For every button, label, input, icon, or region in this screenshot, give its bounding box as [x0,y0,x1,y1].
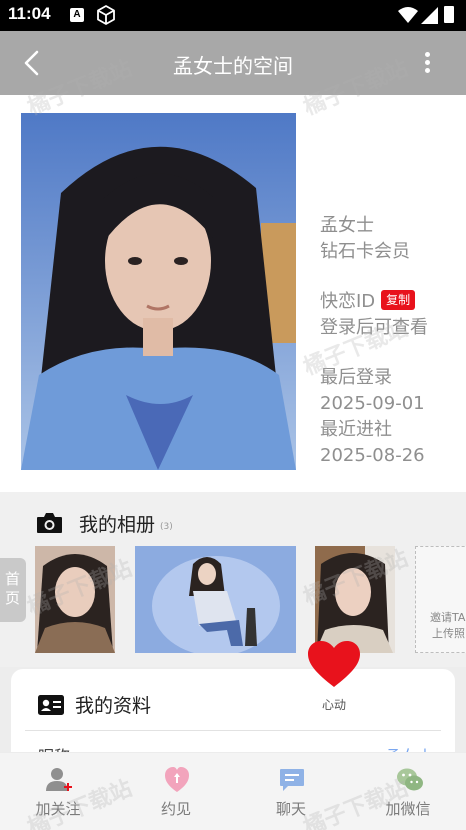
profile-info: 孟女士 钻石卡会员 快恋ID 复制 登录后可查看 最后登录 2025-09-01 … [320,213,428,469]
status-time: 11:04 [8,4,51,23]
nav-meet-label: 约见 [160,800,191,818]
divider [25,730,441,731]
info-title: 我的资料 [75,695,152,717]
last-login-date: 2025-09-01 [320,393,425,414]
profile-card-icon [38,694,64,715]
album-photo[interactable] [135,546,296,653]
invite-line-1: 邀请TA [430,611,466,624]
album-photo[interactable] [35,546,115,653]
invite-line-2: 上传照 [432,627,465,640]
cube-icon [97,5,115,25]
camera-icon [37,513,62,533]
nav-chat-label: 聊天 [275,800,306,818]
nav-wechat[interactable]: 加微信 [350,753,466,830]
battery-icon [444,6,454,23]
heart-label: 心动 [321,698,346,712]
nav-follow-label: 加关注 [35,800,81,818]
status-bar: 11:04 A [0,0,466,31]
nav-chat[interactable]: 聊天 [233,753,349,830]
nav-meet[interactable]: 约见 [118,753,234,830]
profile-card: 孟女士 钻石卡会员 快恋ID 复制 登录后可查看 最后登录 2025-09-01 … [0,95,466,492]
last-visit-date: 2025-08-26 [320,445,425,466]
last-login-label: 最后登录 [320,367,392,388]
heart-like-button[interactable]: 心动 [307,640,361,714]
wechat-icon [397,768,423,791]
album-title: 我的相册 [79,513,156,536]
side-tab-line-2: 页 [5,589,21,607]
album-photo[interactable] [315,546,395,653]
invite-upload-box[interactable]: 邀请TA 上传照 [415,546,466,653]
profile-photo[interactable] [21,113,296,470]
wifi-icon [398,7,418,23]
bottom-nav: 加关注 约见 聊天 加微信 [0,752,466,830]
more-options-icon[interactable] [414,49,440,79]
info-header: 我的资料 [38,691,151,718]
profile-name: 孟女士 [320,215,374,236]
album-count: (3) [160,522,173,532]
app-header: 孟女士的空间 [0,31,466,95]
membership-level: 钻石卡会员 [320,241,410,262]
meet-icon [165,767,189,792]
notification-a-icon: A [70,8,84,22]
id-label: 快恋ID [320,291,376,312]
page-title: 孟女士的空间 [173,54,293,78]
back-arrow-icon[interactable] [14,45,50,81]
album-header: 我的相册 (3) [36,510,173,536]
album-section: 我的相册 (3) 邀请TA 上传照 [0,492,466,667]
nav-follow[interactable]: 加关注 [0,753,116,830]
home-side-tab[interactable]: 首 页 [0,558,26,622]
last-visit-label: 最近进社 [320,419,392,440]
follow-icon [46,768,72,791]
signal-icon [421,7,438,24]
nav-wechat-label: 加微信 [385,800,431,818]
id-hint: 登录后可查看 [320,317,428,338]
chat-icon [280,769,304,791]
side-tab-line-1: 首 [5,570,21,588]
copy-button[interactable]: 复制 [381,290,416,310]
heart-icon [308,641,360,687]
